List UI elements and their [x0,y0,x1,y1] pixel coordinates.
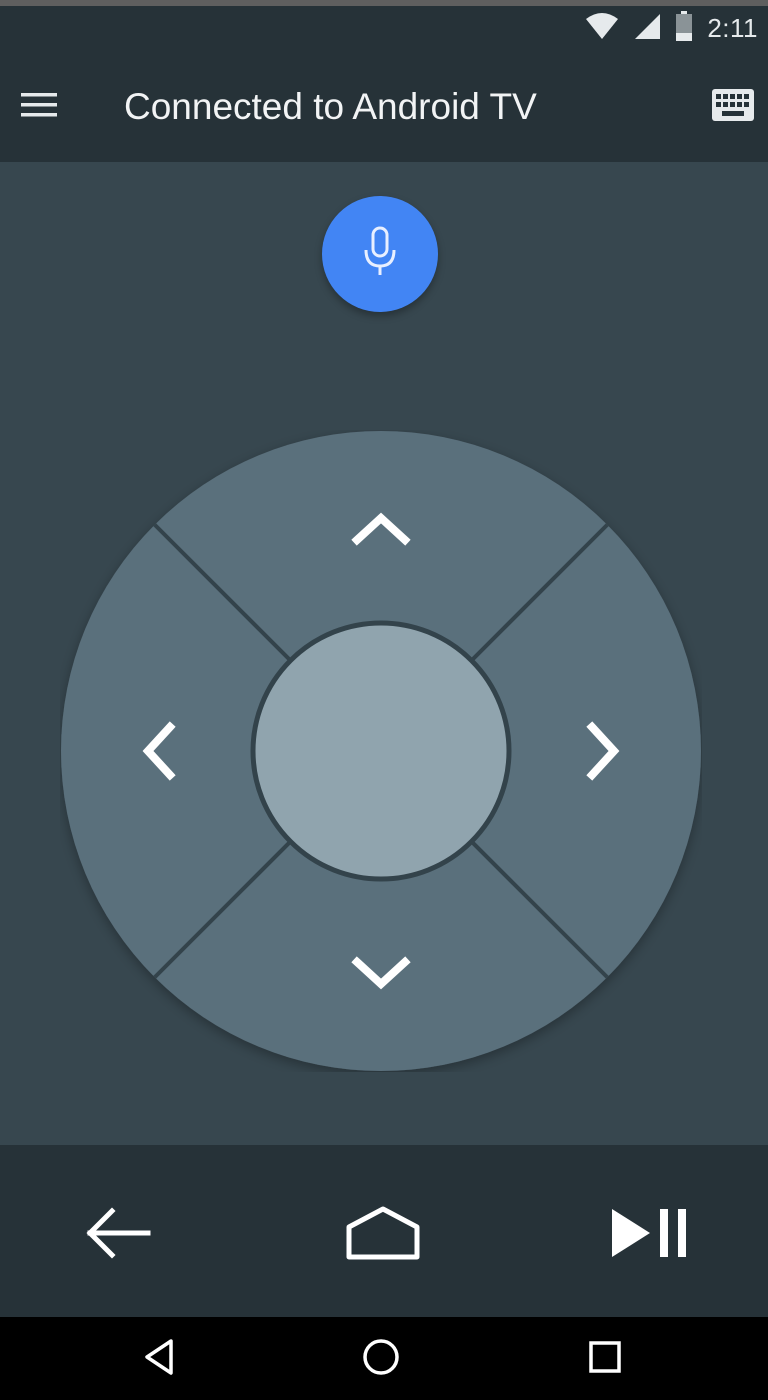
app-bar: Connected to Android TV [0,52,768,162]
nav-home-button[interactable] [346,1331,416,1387]
nav-home-icon [361,1337,401,1382]
menu-icon [19,90,59,125]
nav-recents-button[interactable] [570,1331,640,1387]
cellular-signal-icon [633,12,661,45]
keyboard-button[interactable] [708,84,758,130]
voice-search-button[interactable] [322,196,438,312]
dpad [60,430,702,1077]
system-nav-bar [0,1317,768,1400]
play-pause-button[interactable] [594,1185,704,1285]
wifi-icon [585,12,619,45]
status-bar-edge [0,0,768,6]
status-time: 2:11 [707,12,758,43]
nav-recents-icon [587,1339,623,1380]
status-bar: 2:11 [0,0,768,52]
back-arrow-icon [82,1203,152,1268]
keyboard-icon [712,88,754,126]
home-button[interactable] [328,1185,438,1285]
ok-button[interactable] [250,620,512,882]
dpad-svg [61,431,701,1071]
nav-back-icon [141,1337,177,1382]
android-tv-remote-screen: 2:11 Connected to Android TV [0,0,768,1400]
status-icons: 2:11 [585,10,758,46]
home-icon [343,1203,423,1268]
remote-content [0,162,768,1145]
back-button[interactable] [62,1185,172,1285]
app-title: Connected to Android TV [124,86,537,127]
microphone-icon [360,226,400,283]
nav-back-button[interactable] [124,1331,194,1387]
play-pause-icon [604,1203,694,1268]
battery-icon [675,10,693,46]
menu-button[interactable] [14,82,64,132]
media-controls-bar [0,1145,768,1317]
